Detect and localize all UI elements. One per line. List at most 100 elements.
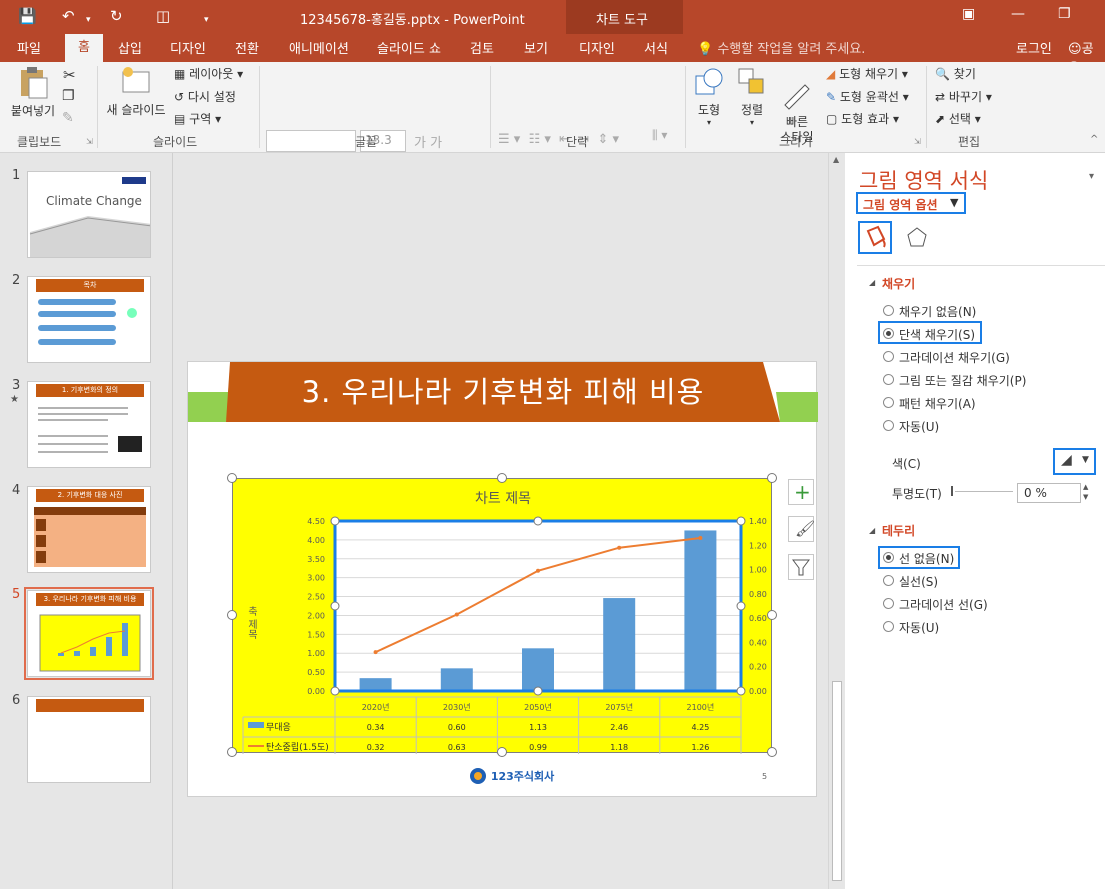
clipboard-launcher-icon[interactable]: ⇲ <box>86 137 93 146</box>
line-point <box>536 568 540 573</box>
slide-title[interactable]: 3. 우리나라 기후변화 피해 비용 <box>228 369 778 411</box>
transparency-slider[interactable] <box>955 491 1013 492</box>
tab-chart-format[interactable]: 서식 <box>644 38 668 57</box>
tab-transitions[interactable]: 전환 <box>235 38 259 57</box>
transparency-input[interactable]: 0 % <box>1017 483 1081 503</box>
restore-icon[interactable]: ❐ <box>1058 6 1071 22</box>
undo-dropdown-icon[interactable]: ▾ <box>86 11 91 29</box>
fill-radio-solid[interactable] <box>883 328 894 339</box>
data-table-cell: 1.26 <box>691 743 709 752</box>
shape-fill-button[interactable]: ◢ 도형 채우기 ▾ <box>826 65 908 82</box>
grow-font-icon[interactable]: 가 가 <box>414 132 442 151</box>
collapse-icon[interactable]: ◢ <box>869 526 875 535</box>
x-tick-label: 2020년 <box>362 702 390 712</box>
tab-home[interactable]: 홈 <box>65 34 103 62</box>
slide-thumbnail-3[interactable]: 1. 기후변화의 정의 <box>27 381 151 468</box>
resize-handle[interactable] <box>767 747 777 757</box>
options-dropdown[interactable]: 그림 영역 옵션 ▼ <box>856 192 966 214</box>
resize-handle[interactable] <box>767 610 777 620</box>
fill-radio-picture[interactable] <box>883 374 894 385</box>
resize-handle[interactable] <box>497 747 507 757</box>
minimize-icon[interactable]: — <box>1011 6 1025 22</box>
font-name-box[interactable] <box>266 130 356 152</box>
select-button[interactable]: ⬈ 선택 ▾ <box>935 110 981 127</box>
pane-options-icon[interactable]: ▾ <box>1089 171 1094 182</box>
collapse-icon[interactable]: ◢ <box>869 278 875 287</box>
x-tick-label: 2050년 <box>524 702 552 712</box>
y-tick-label: 1.50 <box>307 630 325 639</box>
slide-scrollbar[interactable]: ▲ <box>828 153 845 889</box>
fill-color-picker[interactable]: ◢ ▼ <box>1053 448 1096 475</box>
new-slide-button[interactable]: 새 슬라이드 <box>103 66 169 118</box>
collapse-ribbon-icon[interactable]: ^ <box>1090 134 1098 145</box>
slide-thumbnail-1[interactable]: Climate Change <box>27 171 151 258</box>
save-icon[interactable]: 💾 <box>18 7 37 25</box>
text-direction-icon[interactable]: ⫼ ▾ <box>652 128 667 143</box>
section-button[interactable]: ▤ 구역 ▾ <box>174 110 221 127</box>
format-painter-icon[interactable]: ✎ <box>62 110 74 126</box>
shape-outline-button[interactable]: ✎ 도형 윤곽선 ▾ <box>826 88 909 105</box>
replace-button[interactable]: ⇄ 바꾸기 ▾ <box>935 88 992 105</box>
paste-label: 붙여넣기 <box>10 104 56 118</box>
resize-handle[interactable] <box>767 473 777 483</box>
shapes-button[interactable]: 도형 ▾ <box>690 66 728 127</box>
chart-area[interactable]: 차트 제목 축 제목 4.50 4.00 3.50 3.00 2.50 2.00 1.50 1.0… <box>232 478 772 754</box>
redo-icon[interactable]: ↻ <box>110 7 123 25</box>
fill-radio-none[interactable] <box>883 305 894 316</box>
spinner-icon[interactable]: ▲ ▼ <box>1083 482 1088 502</box>
tab-view[interactable]: 보기 <box>524 38 548 57</box>
drawing-launcher-icon[interactable]: ⇲ <box>914 137 921 146</box>
slide-thumbnail-2[interactable]: 목차 <box>27 276 151 363</box>
resize-handle[interactable] <box>497 473 507 483</box>
slide-thumbnail-6[interactable] <box>27 696 151 783</box>
ribbon-display-icon[interactable]: ▣ <box>962 6 975 22</box>
fill-section-header[interactable]: 채우기 <box>882 275 915 292</box>
tab-slideshow[interactable]: 슬라이드 쇼 <box>377 38 441 57</box>
border-radio-none[interactable] <box>883 552 894 563</box>
paste-button[interactable]: 붙여넣기 <box>10 66 56 119</box>
effects-tab[interactable] <box>905 225 929 252</box>
scroll-up-icon[interactable]: ▲ <box>833 155 839 164</box>
border-section-header[interactable]: 테두리 <box>882 522 915 539</box>
customize-qat-icon[interactable]: ▾ <box>204 11 209 29</box>
scroll-thumb[interactable] <box>832 681 842 881</box>
data-table-cell: 1.13 <box>529 723 547 732</box>
undo-icon[interactable]: ↶ <box>62 7 75 25</box>
layout-button[interactable]: ▦ 레이아웃 ▾ <box>174 65 243 82</box>
tab-animations[interactable]: 애니메이션 <box>289 38 349 57</box>
start-slideshow-icon[interactable]: ◫ <box>156 7 170 25</box>
fill-radio-auto[interactable] <box>883 420 894 431</box>
search-icon: 🔍 <box>935 67 950 81</box>
fill-radio-pattern[interactable] <box>883 397 894 408</box>
transparency-slider-thumb[interactable] <box>951 486 953 496</box>
find-button[interactable]: 🔍 찾기 <box>935 65 976 82</box>
tell-me-box[interactable]: 💡 수행할 작업을 알려 주세요. <box>697 38 865 57</box>
resize-handle[interactable] <box>227 610 237 620</box>
tab-file[interactable]: 파일 <box>17 38 41 57</box>
tab-insert[interactable]: 삽입 <box>118 38 142 57</box>
fill-line-tab[interactable] <box>858 221 892 254</box>
arrange-button[interactable]: 정렬 ▾ <box>733 66 771 127</box>
border-radio-gradient[interactable] <box>883 598 894 609</box>
shape-effects-button[interactable]: ▢ 도형 효과 ▾ <box>826 110 899 127</box>
bar <box>359 678 392 691</box>
cut-icon[interactable]: ✂ <box>63 66 76 84</box>
chart-styles-button[interactable]: 🖌 <box>788 516 815 542</box>
fill-radio-gradient[interactable] <box>883 351 894 362</box>
signin-link[interactable]: 로그인 <box>1016 38 1052 57</box>
border-radio-auto[interactable] <box>883 621 894 632</box>
tab-design[interactable]: 디자인 <box>170 38 206 57</box>
lightbulb-icon: 💡 <box>697 42 714 57</box>
border-radio-solid[interactable] <box>883 575 894 586</box>
chart-filters-button[interactable] <box>788 554 814 580</box>
list-icons[interactable]: ☰ ▾ ☷ ▾ ⇤ ⇥ ⇕ ▾ <box>498 132 619 147</box>
resize-handle[interactable] <box>227 747 237 757</box>
copy-icon[interactable]: ❐ <box>62 88 75 104</box>
chart-elements-button[interactable]: + <box>788 479 814 505</box>
tab-review[interactable]: 검토 <box>470 38 494 57</box>
reset-button[interactable]: ↺ 다시 설정 <box>174 88 236 105</box>
slide-thumbnail-5[interactable]: 3. 우리나라 기후변화 피해 비용 <box>24 587 154 680</box>
slide-thumbnail-4[interactable]: 2. 기후변화 대응 사진 <box>27 486 151 573</box>
resize-handle[interactable] <box>227 473 237 483</box>
tab-chart-design[interactable]: 디자인 <box>579 38 615 57</box>
